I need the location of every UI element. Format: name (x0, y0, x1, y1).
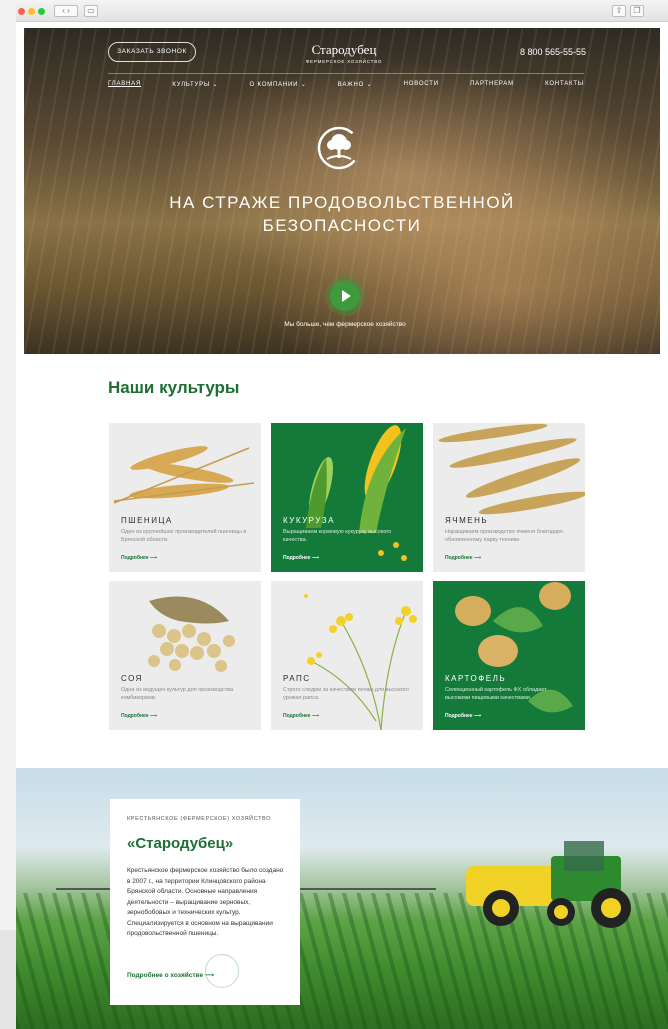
culture-desc: Выращиваем кормовую кукурузу высокого ка… (283, 529, 392, 543)
main-nav: Главная Культуры ⌄ О компании ⌄ Важно ⌄ … (108, 81, 584, 88)
more-link[interactable]: Подробнее ⟶ (445, 713, 481, 719)
more-link[interactable]: Подробнее ⟶ (121, 713, 157, 719)
nav-item-about[interactable]: О компании ⌄ (250, 81, 307, 88)
nav-item-partners[interactable]: Партнерам (470, 81, 514, 88)
tree-emblem-icon (317, 126, 361, 170)
maximize-window-icon[interactable] (38, 8, 45, 15)
brand-name: Стародубец (311, 42, 377, 57)
cultures-title: Наши культуры (108, 378, 240, 397)
hero-section: Заказать звонок Стародубец фермерское хо… (24, 28, 660, 354)
call-request-button[interactable]: Заказать звонок (108, 42, 196, 62)
culture-name: Кукуруза (283, 516, 335, 525)
about-more-link[interactable]: Подробнее о хозяйстве ⟶ (127, 971, 214, 979)
hero-subtitle: Мы больше, чем фермерское хозяйство (284, 321, 406, 328)
brand-subtitle: фермерское хозяйство (305, 59, 383, 64)
web-page: Заказать звонок Стародубец фермерское хо… (16, 22, 668, 1029)
nav-item-contacts[interactable]: Контакты (545, 81, 584, 88)
farm-section: Крестьянское (фермерское) хозяйство «Ста… (16, 768, 668, 1029)
culture-desc: Селекционный картофель ФХ обладает высок… (445, 687, 547, 701)
tractor-image (466, 841, 631, 928)
culture-desc: Наращиваем производство ячменя благодаря… (445, 529, 563, 543)
more-link[interactable]: Подробнее ⟶ (121, 555, 157, 561)
culture-desc: Один из крупнейших производителей пшениц… (121, 529, 247, 543)
corn-image (306, 425, 407, 561)
tabs-icon[interactable]: ❐ (630, 5, 644, 17)
culture-card-potato[interactable]: Картофель Селекционный картофель ФХ обла… (433, 581, 585, 730)
more-link[interactable]: Подробнее ⟶ (445, 555, 481, 561)
brand-logo[interactable]: Стародубец фермерское хозяйство (294, 42, 394, 64)
culture-card-wheat[interactable]: Пшеница Один из крупнейших производителе… (109, 423, 261, 572)
nav-item-important[interactable]: Важно ⌄ (338, 81, 373, 88)
nav-item-home[interactable]: Главная (108, 81, 141, 88)
about-kicker: Крестьянское (фермерское) хозяйство (127, 816, 272, 822)
culture-desc: Одна из ведущих культур для производства… (121, 687, 234, 701)
nav-divider (108, 73, 584, 74)
hero-title: На страже продовольственной безопасности (169, 193, 515, 235)
culture-card-barley[interactable]: Ячмень Наращиваем производство ячменя бл… (433, 423, 585, 572)
back-forward-icon[interactable]: ‹ › (54, 5, 78, 17)
sidebar-icon[interactable]: ▭ (84, 5, 98, 17)
wheat-image (113, 446, 255, 504)
minimize-window-icon[interactable] (28, 8, 35, 15)
culture-name: Картофель (445, 674, 507, 683)
about-card: Крестьянское (фермерское) хозяйство «Ста… (110, 799, 300, 1005)
barley-image (438, 423, 585, 515)
browser-toolbar: ‹ › ▭ ⇧ ❐ (16, 0, 668, 22)
background-strip (0, 930, 16, 1029)
culture-card-corn[interactable]: Кукуруза Выращиваем кормовую кукурузу вы… (271, 423, 423, 572)
culture-name: Рапс (283, 674, 311, 683)
nav-item-cultures[interactable]: Культуры ⌄ (172, 81, 218, 88)
rapeseed-image (304, 594, 417, 730)
phone-link[interactable]: 8 800 565-55-55 (520, 47, 586, 57)
play-video-button[interactable] (330, 281, 360, 311)
nav-item-news[interactable]: Новости (404, 81, 439, 88)
culture-card-rapeseed[interactable]: Рапс Строго следим за качеством почвы дл… (271, 581, 423, 730)
more-link[interactable]: Подробнее ⟶ (283, 713, 319, 719)
potato-image (455, 582, 573, 713)
culture-name: Соя (121, 674, 143, 683)
share-icon[interactable]: ⇧ (612, 5, 626, 17)
about-title: «Стародубец» (127, 835, 234, 852)
culture-name: Пшеница (121, 516, 173, 525)
culture-name: Ячмень (445, 516, 489, 525)
culture-desc: Строго следим за качеством почвы для выс… (283, 687, 409, 701)
close-window-icon[interactable] (18, 8, 25, 15)
about-text: Крестьянское фермерское хозяйство было с… (127, 867, 284, 937)
more-link[interactable]: Подробнее ⟶ (283, 555, 319, 561)
soy-image (148, 596, 235, 672)
culture-card-soy[interactable]: Соя Одна из ведущих культур для производ… (109, 581, 261, 730)
